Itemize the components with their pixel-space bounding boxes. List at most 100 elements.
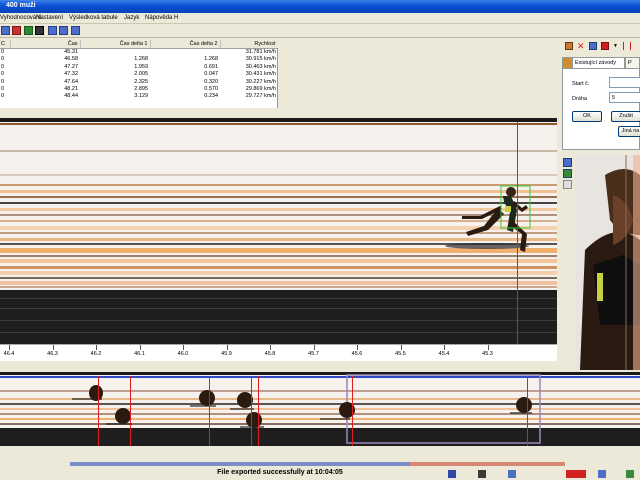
table-cell: 0.047 [204, 71, 218, 78]
status-ok-icon[interactable] [626, 470, 634, 478]
finish-stripes [0, 118, 557, 344]
status-monitor-icon[interactable] [448, 470, 456, 478]
ok-button[interactable]: OK [572, 111, 602, 122]
status-play-icon[interactable] [478, 470, 486, 478]
menu-vyhodnocovani[interactable]: Vyhodnocování [0, 15, 41, 21]
start-number-input[interactable] [609, 77, 640, 88]
photo-finish-image[interactable] [0, 118, 557, 344]
zoom-in-icon[interactable] [48, 26, 57, 35]
marker-line-7[interactable] [527, 376, 528, 446]
menu-vysledkova-tabule[interactable]: Výsledková tabule [69, 15, 118, 21]
settings-icon[interactable] [71, 26, 80, 35]
overview-image [0, 372, 640, 446]
table-row[interactable]: 0 47.27 1.959 0.691 30.463 km/h [0, 64, 278, 71]
tab-existujici-zavody[interactable]: Existující závody [572, 57, 625, 68]
table-cell: 0.320 [204, 78, 218, 85]
athlete-zoom-view[interactable] [575, 155, 640, 370]
camera-icon[interactable] [24, 26, 33, 35]
zoom-icon[interactable] [563, 158, 572, 167]
table-cell: 1.959 [134, 63, 148, 70]
table-cell: 1.268 [204, 56, 218, 63]
other-lane-button[interactable]: Jiná na [618, 126, 640, 137]
table-row[interactable]: 0 48.44 3.129 0.234 29.727 km/h [0, 93, 278, 100]
finish-line-marker[interactable] [517, 122, 518, 344]
marker-line-4[interactable] [251, 376, 252, 446]
progress-bar-left [70, 462, 410, 466]
dropdown-arrow-icon[interactable]: ▼ [613, 42, 621, 50]
table-cell: 2.895 [134, 86, 148, 93]
window-title: 400 muži [6, 2, 36, 9]
marker-line-6[interactable] [352, 376, 353, 446]
col-delta2[interactable]: Čas delta 2 [150, 40, 221, 49]
results-header: C Čas Čas delta 1 Čas delta 2 Rychlost [0, 40, 279, 49]
scale-tick [52, 345, 54, 350]
scale-label: 46.2 [90, 351, 102, 357]
table-row[interactable]: 0 46.58 1.268 1.268 30.915 km/h [0, 56, 278, 63]
status-grid-icon[interactable] [508, 470, 516, 478]
scale-label: 45.8 [264, 351, 276, 357]
table-cell: 48.44 [64, 93, 78, 100]
status-network-icon[interactable] [598, 470, 606, 478]
table-cell: 2.325 [134, 78, 148, 85]
table-row[interactable]: 0 48.21 2.895 0.570 29.869 km/h [0, 86, 278, 93]
tab-p[interactable]: P [625, 57, 640, 68]
scale-label: 45.5 [395, 351, 406, 357]
table-row[interactable]: 0 47.64 2.325 0.320 30.227 km/h [0, 79, 278, 86]
table-row[interactable]: 0 47.32 2.005 0.047 30.431 km/h [0, 71, 278, 78]
table-row[interactable]: 0 45.31 31.781 km/h [0, 49, 278, 57]
lane-lines-icon[interactable] [623, 42, 631, 50]
overview-strip[interactable] [0, 372, 640, 446]
table-cell: 1.268 [134, 56, 148, 63]
scale-tick [313, 345, 315, 350]
save-icon[interactable] [1, 26, 10, 35]
record-icon[interactable] [12, 26, 21, 35]
table-cell: 3.129 [134, 93, 148, 100]
col-c[interactable]: C [0, 40, 11, 49]
table-cell: 30.431 km/h [245, 71, 276, 78]
panel-tabs: Existující závody P [562, 57, 640, 68]
status-message: File exported successfully at 10:04:05 [217, 469, 343, 476]
marker-line-5[interactable] [258, 376, 259, 446]
scale-label: 46.4 [3, 351, 15, 357]
open-folder-icon[interactable] [565, 42, 573, 50]
zoom-out-icon[interactable] [59, 26, 68, 35]
menu-napoveda[interactable]: Nápověda H [145, 15, 178, 21]
table-cell: 47.64 [64, 78, 78, 85]
zoom-image [575, 155, 640, 370]
marker-line-2[interactable] [130, 376, 131, 446]
menu-nastaveni[interactable]: Nastavení [36, 15, 63, 21]
scale-tick [226, 345, 228, 350]
pan-icon[interactable] [563, 169, 572, 178]
table-cell: 0 [1, 49, 5, 55]
cancel-button[interactable]: Zrušit [611, 111, 640, 122]
table-cell: 30.915 km/h [245, 56, 276, 63]
results-table: C Čas Čas delta 1 Čas delta 2 Rychlost 0… [0, 40, 279, 108]
scale-tick [444, 345, 445, 350]
tab-icon[interactable] [562, 57, 572, 68]
table-cell [150, 49, 220, 57]
brightness-icon[interactable] [563, 180, 572, 189]
lane-input[interactable]: 5 [609, 92, 640, 103]
marker-line-1[interactable] [98, 376, 99, 446]
table-cell: 0 [1, 93, 5, 100]
start-number-label: Start č. [572, 81, 590, 87]
status-record-icon[interactable] [566, 470, 586, 478]
col-time[interactable]: Čas [10, 40, 81, 49]
title-bar: 400 muži [0, 0, 640, 13]
scale-tick [183, 345, 184, 350]
menu-jazyk[interactable]: Jazyk [124, 15, 139, 21]
print-icon[interactable] [35, 26, 44, 35]
record-stop-icon[interactable] [601, 42, 609, 50]
scale-tick [357, 345, 358, 350]
scale-tick [139, 345, 141, 350]
table-cell: 29.869 km/h [245, 86, 276, 93]
scale-tick [9, 345, 10, 350]
time-scale[interactable]: 46.4 46.3 46.2 46.1 46.0 45.9 45.8 45.7 45.6 45.5… [0, 344, 557, 361]
col-speed[interactable]: Rychlost [220, 40, 279, 49]
marker-line-3[interactable] [209, 376, 210, 446]
delete-icon[interactable]: ✕ [577, 42, 585, 51]
col-delta1[interactable]: Čas delta 1 [80, 40, 151, 49]
table-cell: 0 [1, 78, 5, 85]
table-blank-area [278, 40, 561, 108]
grid-icon[interactable] [589, 42, 597, 50]
